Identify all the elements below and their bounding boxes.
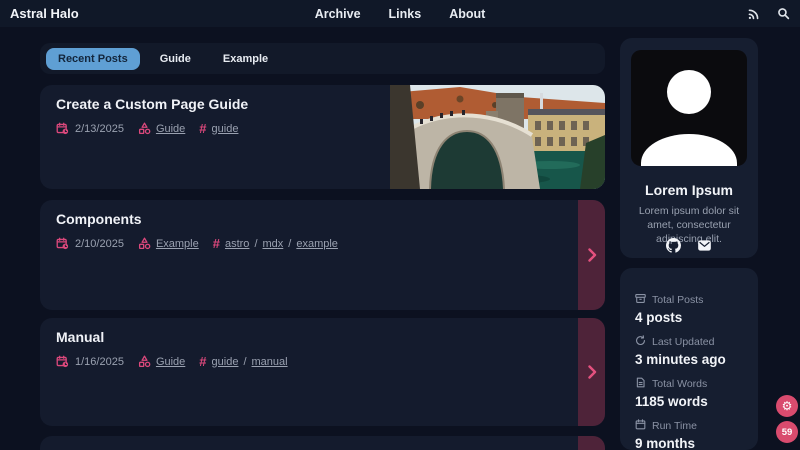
post-meta: 2/13/2025 Guide # guide <box>56 121 238 136</box>
chevron-right-icon <box>587 365 597 379</box>
post-open-strip[interactable] <box>578 200 605 310</box>
post-category-link[interactable]: Guide <box>156 123 185 135</box>
post-meta: 2/10/2025 Example # astro / mdx / exampl… <box>56 236 338 251</box>
calendar-clock-icon <box>56 122 69 135</box>
profile-name: Lorem Ipsum <box>620 182 758 198</box>
category-icon <box>138 237 151 250</box>
post-date: 1/16/2025 <box>75 356 124 368</box>
tag-separator: / <box>288 238 291 250</box>
calendar-clock-icon <box>56 237 69 250</box>
hash-icon: # <box>213 236 220 251</box>
post-card: Create a Custom Page Guide 2/13/2025 Gui… <box>40 85 605 189</box>
stat-label: Total Words <box>652 378 707 390</box>
tab-example[interactable]: Example <box>211 48 280 70</box>
stat-label: Run Time <box>652 420 697 432</box>
nav-icons <box>746 0 790 27</box>
stat-value: 4 posts <box>635 310 703 325</box>
scroll-progress-fab[interactable]: 59 <box>776 421 798 443</box>
tab-guide[interactable]: Guide <box>148 48 203 70</box>
stat-label: Total Posts <box>652 294 703 306</box>
nav-links: Archive Links About <box>0 0 800 27</box>
post-date: 2/13/2025 <box>75 123 124 135</box>
rss-icon[interactable] <box>746 7 760 21</box>
post-cover-image[interactable] <box>390 85 605 189</box>
archive-box-icon <box>635 293 646 307</box>
post-category-link[interactable]: Guide <box>156 356 185 368</box>
github-icon[interactable] <box>666 238 681 253</box>
post-open-strip[interactable] <box>578 318 605 426</box>
calendar-clock-icon <box>56 355 69 368</box>
post-tag-link[interactable]: manual <box>252 356 288 368</box>
avatar-shoulders <box>641 134 737 166</box>
profile-social-links <box>620 238 758 253</box>
post-meta: 1/16/2025 Guide # guide / manual <box>56 354 288 369</box>
stat-value: 9 months <box>635 436 697 450</box>
post-tag-link[interactable]: guide <box>212 123 239 135</box>
post-open-strip[interactable] <box>578 436 605 450</box>
post-date: 2/10/2025 <box>75 238 124 250</box>
avatar[interactable] <box>631 50 747 166</box>
tag-separator: / <box>243 356 246 368</box>
post-tag-link[interactable]: astro <box>225 238 249 250</box>
post-card <box>40 436 605 450</box>
nav-link-about[interactable]: About <box>449 7 485 21</box>
stat-total-words: Total Words 1185 words <box>635 377 708 409</box>
nav-link-archive[interactable]: Archive <box>315 7 361 21</box>
search-icon[interactable] <box>776 7 790 21</box>
stat-last-updated: Last Updated 3 minutes ago <box>635 335 726 367</box>
post-filter-tabbar: Recent Posts Guide Example <box>40 43 605 74</box>
gear-icon: ⚙ <box>782 399 793 413</box>
post-card: Manual 1/16/2025 Guide # guide <box>40 318 605 426</box>
post-card: Components 2/10/2025 Example # astro <box>40 200 605 310</box>
tag-separator: / <box>254 238 257 250</box>
post-tag-link[interactable]: mdx <box>263 238 284 250</box>
navbar: Astral Halo Archive Links About <box>0 0 800 27</box>
post-title[interactable]: Manual <box>56 329 104 345</box>
calendar-icon <box>635 419 646 433</box>
stat-run-time: Run Time 9 months <box>635 419 697 450</box>
stone-bridge-illustration <box>390 85 605 189</box>
post-title[interactable]: Components <box>56 211 142 227</box>
refresh-icon <box>635 335 646 349</box>
category-icon <box>138 122 151 135</box>
stat-value: 3 minutes ago <box>635 352 726 367</box>
document-icon <box>635 377 646 391</box>
profile-card: Lorem Ipsum Lorem ipsum dolor sit amet, … <box>620 38 758 258</box>
mail-icon[interactable] <box>697 238 712 253</box>
stat-total-posts: Total Posts 4 posts <box>635 293 703 325</box>
stat-label: Last Updated <box>652 336 714 348</box>
chevron-right-icon <box>587 248 597 262</box>
reading-progress-value: 59 <box>782 427 793 438</box>
page: Astral Halo Archive Links About Recent P… <box>0 0 800 450</box>
hash-icon: # <box>199 354 206 369</box>
settings-fab[interactable]: ⚙ <box>776 395 798 417</box>
post-category-link[interactable]: Example <box>156 238 199 250</box>
stat-value: 1185 words <box>635 394 708 409</box>
nav-link-links[interactable]: Links <box>389 7 422 21</box>
avatar-head <box>667 70 711 114</box>
hash-icon: # <box>199 121 206 136</box>
tab-recent-posts[interactable]: Recent Posts <box>46 48 140 70</box>
category-icon <box>138 355 151 368</box>
stats-card: Total Posts 4 posts Last Updated 3 minut… <box>620 268 758 450</box>
post-tag-link[interactable]: example <box>296 238 338 250</box>
post-title[interactable]: Create a Custom Page Guide <box>56 96 248 112</box>
post-tag-link[interactable]: guide <box>212 356 239 368</box>
